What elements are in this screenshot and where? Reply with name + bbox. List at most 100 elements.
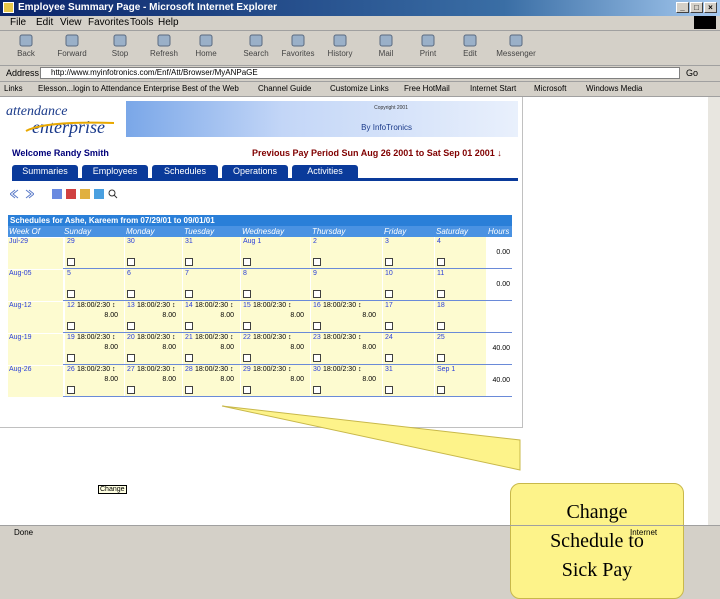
home-button[interactable]: Home	[186, 33, 226, 58]
edit-day-checkbox[interactable]	[243, 386, 251, 394]
edit-day-checkbox[interactable]	[127, 258, 135, 266]
day-cell[interactable]: 22 18:00/2:30 ↕ 8.00	[240, 333, 310, 364]
day-cell[interactable]: 29	[64, 237, 124, 268]
day-cell[interactable]: 3	[382, 237, 434, 268]
folder-icon[interactable]	[94, 189, 104, 199]
edit-button[interactable]: Edit	[450, 33, 490, 58]
edit-day-checkbox[interactable]	[313, 386, 321, 394]
vertical-scrollbar[interactable]	[708, 97, 720, 525]
next-arrow-icon[interactable]	[24, 189, 35, 199]
menu-file[interactable]: File	[10, 17, 26, 28]
window-title-bar[interactable]: Employee Summary Page - Microsoft Intern…	[0, 0, 720, 16]
day-cell[interactable]: 14 18:00/2:30 ↕ 8.00	[182, 301, 240, 332]
day-cell[interactable]: 31	[382, 365, 434, 396]
link-internet-start[interactable]: Internet Start	[470, 84, 516, 93]
day-cell[interactable]: 15 18:00/2:30 ↕ 8.00	[240, 301, 310, 332]
pay-period-selector[interactable]: Previous Pay Period Sun Aug 26 2001 to S…	[252, 148, 502, 158]
day-cell[interactable]: 30	[124, 237, 182, 268]
day-cell[interactable]: 28 18:00/2:30 ↕ 8.00	[182, 365, 240, 396]
day-cell[interactable]: 26 18:00/2:30 ↕ 8.00	[64, 365, 124, 396]
mail-button[interactable]: Mail	[366, 33, 406, 58]
day-cell[interactable]: 24	[382, 333, 434, 364]
day-cell[interactable]: 19 18:00/2:30 ↕ 8.00	[64, 333, 124, 364]
day-cell[interactable]: 9	[310, 269, 382, 300]
menu-view[interactable]: View	[60, 17, 82, 28]
edit-day-checkbox[interactable]	[243, 290, 251, 298]
edit-day-checkbox[interactable]	[185, 258, 193, 266]
edit-day-checkbox[interactable]	[437, 290, 445, 298]
go-button[interactable]: Go	[686, 68, 698, 78]
day-cell[interactable]: 7	[182, 269, 240, 300]
edit-day-checkbox[interactable]	[313, 290, 321, 298]
edit-day-checkbox[interactable]	[127, 290, 135, 298]
edit-day-checkbox[interactable]	[67, 354, 75, 362]
edit-day-checkbox[interactable]	[385, 258, 393, 266]
menu-tools[interactable]: Tools	[130, 17, 153, 28]
tab-activities[interactable]: Activities	[292, 165, 358, 178]
day-cell[interactable]: 20 18:00/2:30 ↕ 8.00	[124, 333, 182, 364]
edit-day-checkbox[interactable]	[185, 354, 193, 362]
day-cell[interactable]: 4	[434, 237, 486, 268]
edit-day-checkbox[interactable]	[67, 258, 75, 266]
stop-button[interactable]: Stop	[100, 33, 140, 58]
edit-day-checkbox[interactable]	[127, 386, 135, 394]
edit-day-checkbox[interactable]	[185, 290, 193, 298]
day-cell[interactable]: 16 18:00/2:30 ↕ 8.00	[310, 301, 382, 332]
day-cell[interactable]: 29 18:00/2:30 ↕ 8.00	[240, 365, 310, 396]
back-button[interactable]: Back	[6, 33, 46, 58]
day-cell[interactable]: 27 18:00/2:30 ↕ 8.00	[124, 365, 182, 396]
link-channel-guide[interactable]: Channel Guide	[258, 84, 311, 93]
close-button[interactable]: ×	[704, 2, 717, 13]
tab-summaries[interactable]: Summaries	[12, 165, 78, 178]
maximize-button[interactable]: □	[690, 2, 703, 13]
edit-day-checkbox[interactable]	[437, 386, 445, 394]
edit-day-checkbox[interactable]	[313, 354, 321, 362]
menu-edit[interactable]: Edit	[36, 17, 53, 28]
edit-day-checkbox[interactable]	[127, 322, 135, 330]
day-cell[interactable]: 21 18:00/2:30 ↕ 8.00	[182, 333, 240, 364]
day-cell[interactable]: Sep 1	[434, 365, 486, 396]
link-best-of-web[interactable]: Best of the Web	[182, 84, 239, 93]
edit-day-checkbox[interactable]	[67, 386, 75, 394]
messenger-button[interactable]: Messenger	[496, 33, 536, 58]
edit-day-checkbox[interactable]	[313, 258, 321, 266]
day-cell[interactable]: Aug 1	[240, 237, 310, 268]
link-windows-media[interactable]: Windows Media	[586, 84, 642, 93]
tab-schedules[interactable]: Schedules	[152, 165, 218, 178]
edit-day-checkbox[interactable]	[385, 354, 393, 362]
edit-day-checkbox[interactable]	[385, 322, 393, 330]
edit-day-checkbox[interactable]	[185, 386, 193, 394]
day-cell[interactable]: 12 18:00/2:30 ↕ 8.00	[64, 301, 124, 332]
link-free-hotmail[interactable]: Free HotMail	[404, 84, 450, 93]
edit-day-checkbox[interactable]	[243, 258, 251, 266]
edit-day-checkbox[interactable]	[437, 354, 445, 362]
tab-operations[interactable]: Operations	[222, 165, 288, 178]
forward-button[interactable]: Forward	[52, 33, 92, 58]
edit-day-checkbox[interactable]	[385, 290, 393, 298]
edit-day-checkbox[interactable]	[385, 386, 393, 394]
address-input[interactable]: http://www.myinfotronics.com/Enf/Att/Bro…	[40, 67, 680, 79]
favorites-button[interactable]: Favorites	[278, 33, 318, 58]
day-cell[interactable]: 2	[310, 237, 382, 268]
edit-day-checkbox[interactable]	[313, 322, 321, 330]
day-cell[interactable]: 31	[182, 237, 240, 268]
edit-day-checkbox[interactable]	[437, 258, 445, 266]
day-cell[interactable]: 17	[382, 301, 434, 332]
delete-icon[interactable]	[66, 189, 76, 199]
edit-day-checkbox[interactable]	[185, 322, 193, 330]
edit-day-checkbox[interactable]	[127, 354, 135, 362]
edit-day-checkbox[interactable]	[67, 322, 75, 330]
day-cell[interactable]: 23 18:00/2:30 ↕ 8.00	[310, 333, 382, 364]
link-attendance-login[interactable]: Elesson...login to Attendance Enterprise	[38, 84, 180, 93]
menu-favorites[interactable]: Favorites	[88, 17, 129, 28]
edit-day-checkbox[interactable]	[243, 322, 251, 330]
note-icon[interactable]	[80, 189, 90, 199]
day-cell[interactable]: 10	[382, 269, 434, 300]
day-cell[interactable]: 11	[434, 269, 486, 300]
day-cell[interactable]: 8	[240, 269, 310, 300]
day-cell[interactable]: 25	[434, 333, 486, 364]
link-customize-links[interactable]: Customize Links	[330, 84, 389, 93]
print-button[interactable]: Print	[408, 33, 448, 58]
search-button[interactable]: Search	[236, 33, 276, 58]
tab-employees[interactable]: Employees	[82, 165, 148, 178]
